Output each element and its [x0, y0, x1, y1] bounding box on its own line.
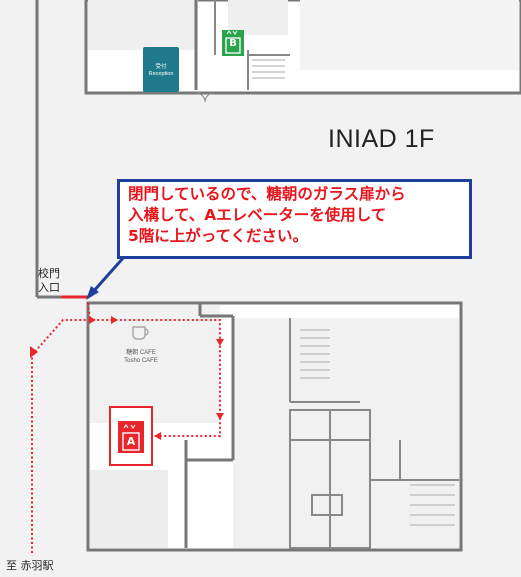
gate-entrance-label: 校門 入口 — [38, 267, 60, 295]
gate-label-line: 入口 — [38, 281, 60, 294]
reception-label: 受付 Reception — [141, 64, 181, 78]
cafe-name: 糖朝 CAFE — [126, 350, 156, 356]
reception-sub: Reception — [148, 71, 174, 77]
notice-line: 閉門しているので、糖朝のガラス扉から — [128, 185, 406, 203]
elevator-a-letter: A — [126, 435, 136, 448]
cafe-sub: Tosho CAFE — [124, 358, 158, 364]
closure-notice: 閉門しているので、糖朝のガラス扉から 入構して、Aエレベーターを使用して 5階に… — [117, 179, 472, 259]
cafe-label: 糖朝 CAFE Tosho CAFE — [111, 349, 171, 365]
reception-name: 受付 — [155, 64, 167, 70]
notice-line: 入構して、Aエレベーターを使用して — [128, 206, 387, 224]
gate-label-line: 校門 — [38, 267, 60, 280]
floor-map — [0, 0, 521, 577]
notice-line: 5階に上がってください。 — [128, 227, 309, 245]
floor-label: INIAD 1F — [328, 125, 435, 153]
elevator-b-letter: B — [229, 38, 237, 49]
station-direction-label: 至 赤羽駅 — [6, 559, 54, 572]
